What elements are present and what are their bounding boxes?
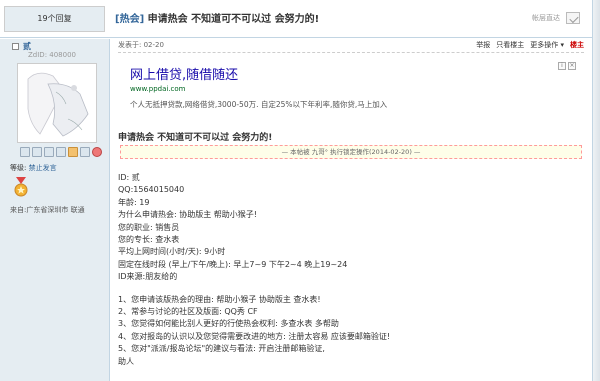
post-body: 发表于: 02-20 举报 只看楼主 更多操作 ▾ 楼主 网上借贷,随借随还 w… (110, 39, 592, 381)
content-line: 助人 (118, 356, 134, 366)
ad-badge: i × (558, 62, 576, 70)
blog-icon[interactable] (80, 147, 90, 157)
content-line: 1、您申请该版热会的理由: 帮助小猴子 协助版主 查水表! (118, 294, 321, 304)
content-line: 3、您觉得如何能比别人更好的行使热会权利: 多查水表 多帮助 (118, 319, 339, 329)
collapse-icon[interactable] (566, 12, 580, 24)
ad-description: 个人无抵押贷款,网络借贷,3000-50万. 自定25%以下年利率,随你贷,马上… (130, 100, 388, 109)
post-divider (118, 52, 584, 53)
level-label: 等级: (10, 164, 27, 172)
thread-title-text: 申请热会 不知道可不可以过 会努力的! (147, 14, 320, 25)
floor-label: 楼主 (570, 41, 584, 49)
author-uid: ZdID: 408000 (28, 51, 76, 59)
content-line: 年龄: 19 (118, 197, 150, 207)
add-friend-icon[interactable] (32, 147, 42, 157)
content-line: 5、您对"派派/报岛论坛"的建议与看法: 开启注册邮箱验证, (118, 344, 325, 354)
floor-jump-label[interactable]: 帐层直达 (532, 13, 560, 23)
avatar[interactable] (17, 63, 97, 143)
content-line: ID: 贰 (118, 173, 140, 182)
more-actions-label: 更多操作 (530, 41, 559, 49)
level-value[interactable]: 禁止发言 (29, 164, 57, 172)
ad-url[interactable]: www.ppdai.com (130, 85, 186, 93)
report-link[interactable]: 举报 (476, 40, 490, 50)
select-checkbox[interactable] (12, 43, 19, 50)
content-line: 您的专长: 查水表 (118, 235, 180, 245)
post-content: ID: 贰 QQ:1564015040 年龄: 19 为什么申请热会: 协助版主… (118, 172, 584, 368)
author-sidebar: 贰 ZdID: 408000 等级: 禁止发言 来自:广东省深圳市 联通 (0, 39, 110, 381)
medal-icon (14, 177, 28, 197)
thread-category[interactable]: [热会] (115, 14, 144, 25)
thread-title: [热会] 申请热会 不知道可不可以过 会努力的! (115, 10, 319, 25)
ad-title[interactable]: 网上借贷,随借随还 (130, 64, 238, 83)
content-line: 2、常参与讨论的社区及版面: QQ秀 CF (118, 307, 258, 317)
ad-info-icon[interactable]: i (558, 62, 566, 70)
scrollbar[interactable] (592, 0, 600, 381)
content-line: 4、您对报岛的认识以及您觉得需要改进的地方: 注册太容易 应该要邮箱验证! (118, 331, 391, 341)
profile-icon[interactable] (44, 147, 54, 157)
more-actions-menu[interactable]: 更多操作 ▾ (530, 40, 564, 50)
author-level: 等级: 禁止发言 (10, 163, 57, 173)
content-line: 平均上网时间(小时/天): 9小时 (118, 247, 226, 257)
author-actions (20, 147, 102, 157)
floor-jump: 帐层直达 (532, 12, 580, 24)
message-icon[interactable] (20, 147, 30, 157)
author-location: 来自:广东省深圳市 联通 (10, 206, 85, 214)
thread-header: 19个回复 [热会] 申请热会 不知道可不可以过 会努力的! 帐层直达 (0, 0, 592, 38)
post-toolbar: 举报 只看楼主 更多操作 ▾ 楼主 (476, 40, 584, 50)
post-title: 申请热会 不知道可不可以过 会努力的! (118, 133, 273, 143)
content-line: 您的职业: 销售员 (118, 222, 180, 232)
lock-notice: — 本帖被 九哥° 执行锁定操作(2014-02-20) — (120, 145, 582, 159)
reply-count: 19个回复 (4, 6, 105, 32)
ad-close-icon[interactable]: × (568, 62, 576, 70)
email-icon[interactable] (56, 147, 66, 157)
post-date: 发表于: 02-20 (118, 41, 164, 49)
author-only-link[interactable]: 只看楼主 (496, 40, 524, 50)
album-icon[interactable] (68, 147, 78, 157)
content-line: ID来源:朋友给的 (118, 272, 178, 282)
qq-icon[interactable] (92, 147, 102, 157)
content-line: 固定在线时段 (早上/下午/晚上): 早上7~9 下午2~4 晚上19~24 (118, 259, 348, 269)
ad-banner[interactable]: 网上借贷,随借随还 www.ppdai.com 个人无抵押贷款,网络借贷,300… (122, 61, 582, 119)
content-line: 为什么申请热会: 协助版主 帮助小猴子! (118, 210, 257, 220)
avatar-image (18, 64, 96, 142)
content-line: QQ:1564015040 (118, 185, 185, 195)
